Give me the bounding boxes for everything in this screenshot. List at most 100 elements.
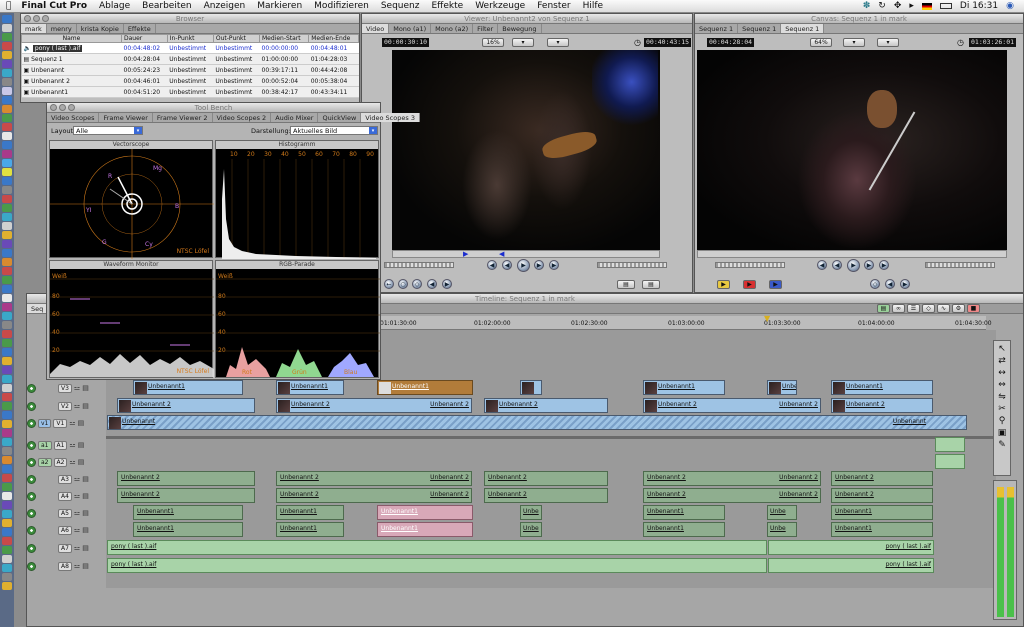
timeline-clip[interactable]: Unbenannt1 (377, 505, 473, 520)
crop-tool-icon[interactable]: ▣ (998, 428, 1007, 438)
menu-effekte[interactable]: Effekte (425, 1, 469, 11)
viewer-zoom-popup[interactable]: 16% (482, 38, 504, 47)
razor-tool-icon[interactable]: ✂ (998, 404, 1006, 414)
auto-select-icon[interactable]: ▤ (82, 402, 89, 410)
auto-select-icon[interactable]: ▤ (82, 492, 89, 500)
dock-icon[interactable] (2, 375, 12, 383)
track-height-toggle[interactable]: ☰ (907, 304, 920, 313)
lock-icon[interactable]: ⚍ (69, 458, 75, 466)
close-icon[interactable] (50, 104, 57, 111)
clip-keyframes-toggle[interactable]: ◇ (922, 304, 935, 313)
timeline-clip[interactable]: pony ( last ).aif (768, 540, 934, 555)
rgb-parade[interactable]: RGB-Parade Weiß 80 60 40 20 Rot Grün Bla… (215, 260, 380, 378)
auto-select-icon[interactable]: ▤ (82, 544, 89, 552)
track-audible-icon[interactable] (27, 491, 36, 501)
menu-modifizieren[interactable]: Modifizieren (308, 1, 375, 11)
auto-select-icon[interactable]: ▤ (82, 509, 89, 517)
menu-werkzeuge[interactable]: Werkzeuge (469, 1, 531, 11)
mark-clip-button[interactable]: ○ (398, 279, 408, 289)
track-audible-icon[interactable] (27, 543, 36, 553)
browser-titlebar[interactable]: Browser (21, 14, 359, 24)
track-visibility-icon[interactable] (27, 401, 36, 411)
step-back-button[interactable]: ◀ (502, 260, 512, 270)
play-button[interactable]: ▶ (517, 259, 530, 272)
tab-filter[interactable]: Filter (473, 24, 499, 33)
viewer-jog[interactable] (597, 262, 667, 268)
dock-icon[interactable] (2, 186, 12, 194)
tab-mono-a1[interactable]: Mono (a1) (389, 24, 432, 33)
dock-icon[interactable] (2, 330, 12, 338)
track-audible-icon[interactable] (27, 561, 36, 571)
minimize-icon[interactable] (59, 104, 66, 111)
tab-sequenz-1[interactable]: Sequenz 1 (695, 24, 739, 33)
lock-icon[interactable]: ⚍ (69, 419, 75, 427)
vectorscope[interactable]: Vectorscope R Mg B Cy G YI NTSC Löfel (49, 140, 214, 259)
source-patch[interactable]: v1 (38, 418, 52, 428)
col-medien-start[interactable]: Medien-Start (258, 34, 310, 43)
track-label[interactable]: A6 (58, 525, 72, 535)
dock-icon[interactable] (2, 132, 12, 140)
dock-icon[interactable] (2, 267, 12, 275)
table-row[interactable]: ▤ Sequenz 1 00:04:28:04 Unbestimmt Unbes… (21, 53, 359, 65)
canvas-video-frame[interactable] (697, 50, 1007, 250)
go-to-in-button[interactable]: ◀ (487, 260, 497, 270)
lock-icon[interactable]: ⚍ (69, 441, 75, 449)
canvas-shuttle[interactable] (715, 262, 785, 268)
dock-icon[interactable] (2, 519, 12, 527)
auto-select-icon[interactable]: ▤ (78, 419, 85, 427)
auto-select-icon[interactable]: ▤ (82, 562, 89, 570)
waveform-monitor[interactable]: Waveform Monitor Weiß 80 60 40 20 NTSC L… (49, 260, 214, 378)
pen-tool-icon[interactable]: ✎ (998, 440, 1006, 450)
tab-video-scopes-2[interactable]: Video Scopes 2 (213, 113, 272, 122)
tab-krista-kopie[interactable]: krista Kopie (77, 24, 124, 33)
viewer-video-frame[interactable] (392, 50, 660, 250)
viewer-duration[interactable]: 00:00:30:10 (382, 38, 430, 47)
tab-video[interactable]: Video (362, 24, 390, 33)
lock-icon[interactable]: ⚍ (74, 544, 80, 552)
dock-icon[interactable] (2, 240, 12, 248)
lock-icon[interactable]: ⚍ (74, 475, 80, 483)
timeline-clip[interactable]: Unbenannt Unbenannt (107, 415, 967, 430)
timeline-clip[interactable]: Unbenannt1 (831, 380, 933, 395)
canvas-duration[interactable]: 00:04:28:04 (707, 38, 755, 47)
timeline-clip[interactable]: Unbenannt 2 (484, 488, 608, 503)
timeline-clip[interactable]: Unbenannt1 (831, 505, 933, 520)
canvas-scrubber[interactable] (697, 250, 1007, 258)
canvas-zoom-popup[interactable]: 64% (810, 38, 832, 47)
dock-icon[interactable] (2, 429, 12, 437)
dock-icon[interactable] (2, 51, 12, 59)
status-icon-1[interactable]: ✽ (863, 1, 871, 11)
timeline-clip[interactable]: Unbenannt1 (831, 522, 933, 537)
tab-quickview[interactable]: QuickView (318, 113, 362, 122)
track-header-a6[interactable]: A6 ⚍ ▤ (27, 522, 106, 538)
roll-tool-icon[interactable]: ⇔ (998, 380, 1006, 390)
dock-icon[interactable] (2, 294, 12, 302)
table-row[interactable]: ▣ Unbenannt1 00:04:51:20 Unbestimmt Unbe… (21, 86, 359, 98)
viewer-scrubber[interactable]: ▶ ◀ (392, 250, 660, 258)
playhead-icon[interactable]: ▼ (764, 314, 770, 323)
zoom-icon[interactable] (68, 104, 75, 111)
track-header-a5[interactable]: A5 ⚍ ▤ (27, 505, 106, 521)
step-forward-button[interactable]: ▶ (864, 260, 874, 270)
dock-icon[interactable] (2, 231, 12, 239)
menu-ablage[interactable]: Ablage (93, 1, 136, 11)
flag-icon[interactable] (921, 2, 932, 10)
table-row[interactable]: 🔈 pony ( last ).aif 00:04:48:02 Unbestim… (21, 42, 359, 54)
dock-icon[interactable] (2, 474, 12, 482)
dock-icon[interactable] (2, 483, 12, 491)
toolbench-titlebar[interactable]: Tool Bench (47, 103, 380, 113)
mark-in-button[interactable]: ◀ (885, 279, 895, 289)
dock-icon[interactable] (2, 510, 12, 518)
dock-icon[interactable] (2, 159, 12, 167)
auto-select-icon[interactable]: ▤ (82, 384, 89, 392)
tab-audio-mixer[interactable]: Audio Mixer (271, 113, 319, 122)
menu-markieren[interactable]: Markieren (251, 1, 308, 11)
tab-menry[interactable]: menry (47, 24, 77, 33)
canvas-overlay-popup[interactable]: ▾ (877, 38, 899, 47)
track-label[interactable]: V3 (58, 383, 72, 393)
dock-icon[interactable] (2, 303, 12, 311)
dock-icon[interactable] (2, 357, 12, 365)
dock-icon[interactable] (2, 285, 12, 293)
volume-icon[interactable]: ▸ (909, 1, 914, 11)
col-name[interactable]: Name (21, 34, 122, 43)
